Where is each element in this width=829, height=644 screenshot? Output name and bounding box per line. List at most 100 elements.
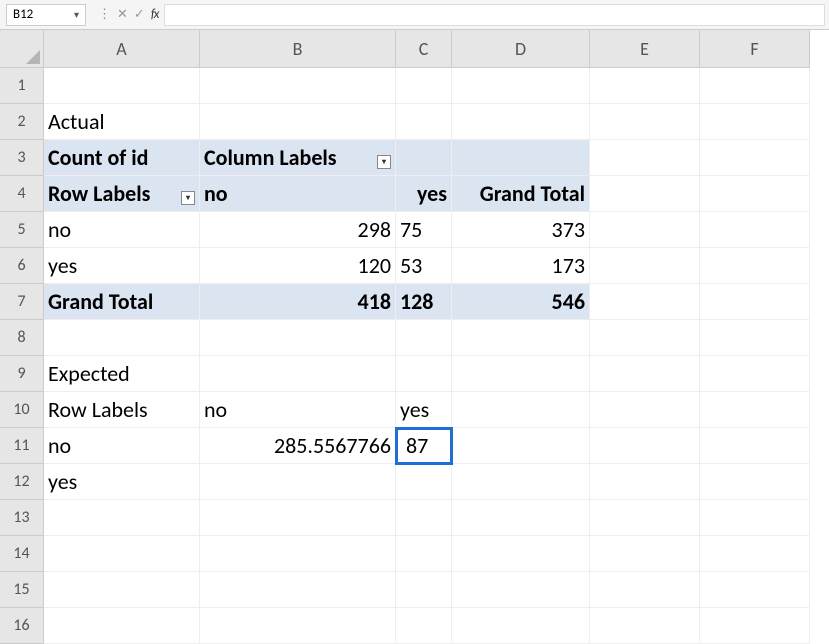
cell-B4[interactable]: no bbox=[200, 176, 396, 212]
cell-E9[interactable] bbox=[590, 356, 700, 392]
cell-D1[interactable] bbox=[452, 68, 590, 104]
cell-A3[interactable]: Count of id bbox=[44, 140, 200, 176]
cell-A8[interactable] bbox=[44, 320, 200, 356]
cell-D7[interactable]: 546 bbox=[452, 284, 590, 320]
cell-E5[interactable] bbox=[590, 212, 700, 248]
cell-C3[interactable] bbox=[396, 140, 452, 176]
cell-B9[interactable] bbox=[200, 356, 396, 392]
cell-F3[interactable] bbox=[700, 140, 810, 176]
row-header-15[interactable]: 15 bbox=[0, 572, 44, 608]
cell-F2[interactable] bbox=[700, 104, 810, 140]
cell-B3[interactable]: Column Labels ▾ bbox=[200, 140, 396, 176]
cell-C2[interactable] bbox=[396, 104, 452, 140]
row-header-5[interactable]: 5 bbox=[0, 212, 44, 248]
cell-C7[interactable]: 128 bbox=[396, 284, 452, 320]
confirm-icon[interactable]: ✓ bbox=[134, 7, 145, 22]
cell-D9[interactable] bbox=[452, 356, 590, 392]
cell-D2[interactable] bbox=[452, 104, 590, 140]
cell-A5[interactable]: no bbox=[44, 212, 200, 248]
cell-F7[interactable] bbox=[700, 284, 810, 320]
row-header-14[interactable]: 14 bbox=[0, 536, 44, 572]
cell-D12[interactable] bbox=[452, 464, 590, 500]
cell-B5[interactable]: 298 bbox=[200, 212, 396, 248]
cell-F14[interactable] bbox=[700, 536, 810, 572]
cell-B7[interactable]: 418 bbox=[200, 284, 396, 320]
cell-B16[interactable] bbox=[200, 608, 396, 644]
row-header-7[interactable]: 7 bbox=[0, 284, 44, 320]
cell-F1[interactable] bbox=[700, 68, 810, 104]
cell-E14[interactable] bbox=[590, 536, 700, 572]
cell-F10[interactable] bbox=[700, 392, 810, 428]
row-header-1[interactable]: 1 bbox=[0, 68, 44, 104]
col-header-E[interactable]: E bbox=[590, 30, 700, 68]
cell-A14[interactable] bbox=[44, 536, 200, 572]
cell-D4[interactable]: Grand Total bbox=[452, 176, 590, 212]
row-header-4[interactable]: 4 bbox=[0, 176, 44, 212]
cell-D16[interactable] bbox=[452, 608, 590, 644]
cell-C10[interactable]: yes bbox=[396, 392, 452, 428]
row-header-16[interactable]: 16 bbox=[0, 608, 44, 644]
cell-C4[interactable]: yes bbox=[396, 176, 452, 212]
cell-E2[interactable] bbox=[590, 104, 700, 140]
select-all-corner[interactable] bbox=[0, 30, 44, 68]
row-header-8[interactable]: 8 bbox=[0, 320, 44, 356]
cell-C14[interactable] bbox=[396, 536, 452, 572]
cell-E8[interactable] bbox=[590, 320, 700, 356]
cell-A12[interactable]: yes bbox=[44, 464, 200, 500]
cell-D15[interactable] bbox=[452, 572, 590, 608]
cell-D8[interactable] bbox=[452, 320, 590, 356]
col-header-D[interactable]: D bbox=[452, 30, 590, 68]
cell-A6[interactable]: yes bbox=[44, 248, 200, 284]
cell-A11[interactable]: no bbox=[44, 428, 200, 464]
cell-B11[interactable]: 285.5567766 bbox=[200, 428, 396, 464]
cell-F11[interactable] bbox=[700, 428, 810, 464]
cell-C15[interactable] bbox=[396, 572, 452, 608]
cell-A1[interactable] bbox=[44, 68, 200, 104]
cell-F8[interactable] bbox=[700, 320, 810, 356]
cell-C11[interactable]: 87 bbox=[396, 428, 452, 464]
cell-D10[interactable] bbox=[452, 392, 590, 428]
cell-F13[interactable] bbox=[700, 500, 810, 536]
cell-A15[interactable] bbox=[44, 572, 200, 608]
cell-E7[interactable] bbox=[590, 284, 700, 320]
cell-E1[interactable] bbox=[590, 68, 700, 104]
cell-A13[interactable] bbox=[44, 500, 200, 536]
cell-D6[interactable]: 173 bbox=[452, 248, 590, 284]
cell-D5[interactable]: 373 bbox=[452, 212, 590, 248]
cell-E10[interactable] bbox=[590, 392, 700, 428]
cell-B2[interactable] bbox=[200, 104, 396, 140]
cell-A16[interactable] bbox=[44, 608, 200, 644]
cell-C9[interactable] bbox=[396, 356, 452, 392]
cell-A9[interactable]: Expected bbox=[44, 356, 200, 392]
cell-F16[interactable] bbox=[700, 608, 810, 644]
cell-B15[interactable] bbox=[200, 572, 396, 608]
cell-F5[interactable] bbox=[700, 212, 810, 248]
row-header-11[interactable]: 11 bbox=[0, 428, 44, 464]
row-header-10[interactable]: 10 bbox=[0, 392, 44, 428]
formula-input[interactable] bbox=[164, 4, 825, 26]
cell-E13[interactable] bbox=[590, 500, 700, 536]
col-header-F[interactable]: F bbox=[700, 30, 810, 68]
cell-A4[interactable]: Row Labels ▾ bbox=[44, 176, 200, 212]
filter-dropdown-icon[interactable]: ▾ bbox=[377, 155, 391, 169]
row-header-6[interactable]: 6 bbox=[0, 248, 44, 284]
cell-E16[interactable] bbox=[590, 608, 700, 644]
cell-C8[interactable] bbox=[396, 320, 452, 356]
cell-D14[interactable] bbox=[452, 536, 590, 572]
cell-C5[interactable]: 75 bbox=[396, 212, 452, 248]
cell-B1[interactable] bbox=[200, 68, 396, 104]
row-header-3[interactable]: 3 bbox=[0, 140, 44, 176]
row-header-13[interactable]: 13 bbox=[0, 500, 44, 536]
cancel-icon[interactable]: ✕ bbox=[117, 7, 128, 22]
cell-F6[interactable] bbox=[700, 248, 810, 284]
cell-B13[interactable] bbox=[200, 500, 396, 536]
cell-C16[interactable] bbox=[396, 608, 452, 644]
cell-A7[interactable]: Grand Total bbox=[44, 284, 200, 320]
cell-E6[interactable] bbox=[590, 248, 700, 284]
col-header-C[interactable]: C bbox=[396, 30, 452, 68]
cell-C6[interactable]: 53 bbox=[396, 248, 452, 284]
row-header-12[interactable]: 12 bbox=[0, 464, 44, 500]
row-header-9[interactable]: 9 bbox=[0, 356, 44, 392]
cell-B6[interactable]: 120 bbox=[200, 248, 396, 284]
cell-F4[interactable] bbox=[700, 176, 810, 212]
